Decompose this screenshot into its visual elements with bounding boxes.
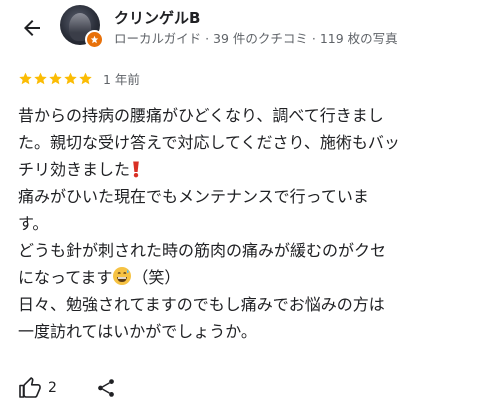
arrow-left-icon — [24, 20, 40, 36]
grinning-sweat-emoji — [113, 267, 132, 285]
reviewer-avatar[interactable] — [60, 5, 104, 49]
star-icon — [49, 72, 62, 84]
star-icon — [79, 72, 92, 84]
star-icon — [19, 72, 32, 84]
share-icon — [98, 379, 114, 397]
review-line: 一度訪れてはいかがでしょうか。 — [18, 322, 257, 341]
red-exclamation-emoji — [133, 161, 139, 178]
reviewer-name[interactable]: クリンゲルB — [114, 7, 200, 28]
review-line: チリ効きました — [18, 156, 466, 183]
back-button[interactable] — [14, 10, 50, 46]
review-header: クリンゲルB ローカルガイド · 39 件のクチコミ · 119 枚の写真 — [0, 0, 479, 60]
local-guide-star-icon — [90, 35, 99, 44]
star-rating — [18, 71, 93, 86]
review-actions: 2 — [18, 372, 119, 404]
like-button[interactable]: 2 — [18, 376, 57, 400]
review-line: す。 — [18, 214, 49, 233]
local-guide-badge — [85, 30, 104, 49]
review-line: になってます （笑） — [18, 267, 181, 287]
like-count: 2 — [48, 380, 57, 396]
review-line: 日々、勉強されてますのでもし痛みでお悩みの方は — [18, 295, 385, 314]
rating-row: 1 年前 — [18, 68, 140, 88]
review-line: 痛みがひいた現在でもメンテナンスで行っていま — [18, 187, 369, 206]
review-text: 昔からの持病の腰痛がひどくなり、調べて行きまし た。親切な受け答えで対応してくだ… — [18, 102, 466, 345]
share-button[interactable] — [93, 375, 119, 401]
star-icon — [64, 72, 77, 84]
review-time: 1 年前 — [103, 71, 140, 87]
review-line: た。親切な受け答えで対応してくださり、施術もバッ — [18, 133, 400, 152]
star-icon — [34, 72, 47, 84]
review-line: 昔からの持病の腰痛がひどくなり、調べて行きまし — [18, 106, 384, 125]
thumbs-up-icon — [19, 377, 41, 398]
review-line: どうも針が刺された時の筋肉の痛みが緩むのがクセ — [18, 241, 387, 260]
reviewer-meta: ローカルガイド · 39 件のクチコミ · 119 枚の写真 — [114, 31, 398, 46]
